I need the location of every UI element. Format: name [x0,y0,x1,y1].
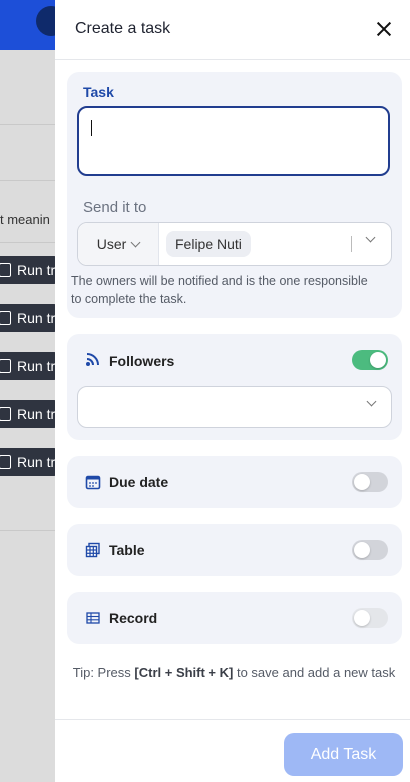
task-label: Task [83,84,114,100]
table-label: Table [109,542,145,558]
panel-header: Create a task [55,0,410,60]
selected-user-chip[interactable]: Felipe Nuti [166,231,251,257]
chevron-down-icon[interactable] [365,232,376,243]
record-toggle[interactable] [352,608,388,628]
calendar-icon [85,475,101,490]
run-button[interactable]: Run tr [0,304,58,332]
run-button[interactable]: Run tr [0,256,58,284]
due-date-card: Due date [67,456,402,508]
separator [351,236,352,252]
footer-divider [55,719,410,720]
chevron-down-icon [366,396,377,407]
table-toggle[interactable] [352,540,388,560]
send-to-field[interactable]: User Felipe Nuti [77,222,392,266]
send-to-label: Send it to [83,199,147,216]
followers-toggle[interactable] [352,350,388,370]
table-cell-text: t meanin [0,212,50,227]
rss-icon [86,353,99,366]
followers-card: Followers [67,334,402,440]
followers-label: Followers [109,353,175,369]
record-label: Record [109,610,158,626]
chevron-down-icon [130,237,141,247]
run-button[interactable]: Run tr [0,352,58,380]
create-task-panel: Create a task Task Send it to User Felip… [55,0,410,782]
assignee-type-select[interactable]: User [78,223,159,265]
close-icon[interactable] [374,19,394,39]
run-button[interactable]: Run tr [0,448,58,476]
divider [0,530,60,531]
add-task-button[interactable]: Add Task [284,733,403,776]
text-caret [91,120,92,136]
due-date-toggle[interactable] [352,472,388,492]
send-to-hint: The owners will be notified and is the o… [71,274,368,306]
divider [0,180,60,181]
document-icon [0,455,11,469]
keyboard-tip: Tip: Press [Ctrl + Shift + K] to save an… [72,665,396,680]
document-icon [0,359,11,373]
record-card: Record [67,592,402,644]
record-icon [86,612,100,624]
followers-select[interactable] [77,386,392,428]
divider [0,242,60,243]
shortcut-text: [Ctrl + Shift + K] [134,665,234,680]
document-icon [0,407,11,421]
document-icon [0,263,11,277]
table-icon [85,542,100,558]
divider [0,124,60,125]
table-card: Table [67,524,402,576]
panel-title: Create a task [75,20,171,37]
run-button[interactable]: Run tr [0,400,58,428]
document-icon [0,311,11,325]
task-input[interactable] [77,106,390,176]
due-date-label: Due date [109,474,169,490]
